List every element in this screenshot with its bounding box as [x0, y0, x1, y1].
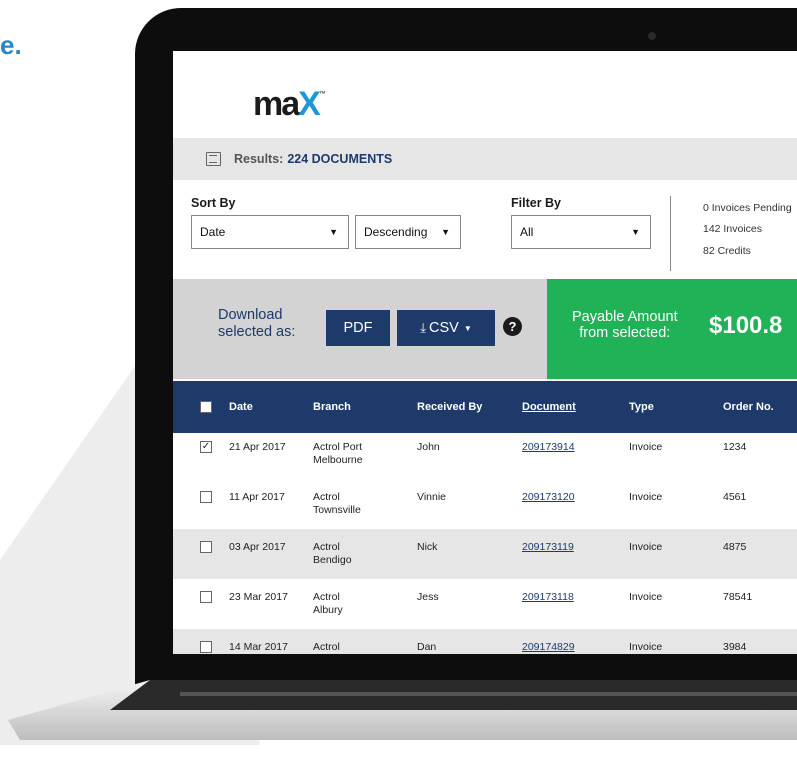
- col-date[interactable]: Date: [229, 401, 253, 413]
- pdf-button[interactable]: PDF: [326, 310, 390, 346]
- row-document-link[interactable]: 209173118: [522, 591, 574, 604]
- filter-by-label: Filter By: [511, 196, 562, 210]
- sort-field-select[interactable]: Date ▼: [191, 215, 349, 249]
- list-icon: [206, 152, 221, 166]
- row-checkbox[interactable]: [200, 641, 212, 653]
- payable-label: Payable Amount from selected:: [572, 309, 678, 341]
- payable-label-line1: Payable Amount: [572, 309, 678, 325]
- app-screen: maX™ Results: 224 DOCUMENTS Sort By Date…: [173, 51, 797, 654]
- row-date: 23 Mar 2017: [229, 591, 288, 603]
- row-received-by: Jess: [417, 591, 439, 603]
- filter-select[interactable]: All ▼: [511, 215, 651, 249]
- filter-value: All: [520, 225, 534, 239]
- row-branch-line2: Melbourne: [313, 454, 363, 466]
- row-type: Invoice: [629, 541, 663, 553]
- row-branch: Actrol: [313, 641, 340, 654]
- download-label-line2: selected as:: [218, 324, 296, 340]
- row-document-link[interactable]: 209173119: [522, 541, 574, 554]
- col-document[interactable]: Document: [522, 401, 576, 413]
- table-row[interactable]: 14 Mar 2017 Actrol Dan 209174829 Invoice…: [173, 629, 797, 654]
- credit-count: 82 Credits: [703, 245, 751, 257]
- results-label: Results:: [234, 152, 284, 166]
- laptop-base: [8, 680, 797, 740]
- row-type: Invoice: [629, 591, 663, 603]
- row-date: 03 Apr 2017: [229, 541, 286, 553]
- row-type: Invoice: [629, 491, 663, 503]
- csv-label: CSV: [429, 320, 459, 336]
- col-branch[interactable]: Branch: [313, 401, 351, 413]
- results-count: 224 DOCUMENTS: [287, 152, 393, 166]
- row-branch-line2: Albury: [313, 604, 343, 616]
- row-branch-line1: Actrol: [313, 641, 340, 653]
- divider: [670, 196, 671, 271]
- table-row[interactable]: 23 Mar 2017 Actrol Albury Jess 209173118 …: [173, 579, 797, 629]
- row-branch-line2: Townsville: [313, 504, 361, 516]
- select-all-checkbox[interactable]: [200, 401, 212, 413]
- row-order-no: 1234: [723, 441, 747, 453]
- row-type: Invoice: [629, 441, 663, 453]
- dropdown-arrow-icon: ▼: [329, 227, 338, 237]
- row-checkbox[interactable]: [200, 491, 212, 503]
- table-header: Date Branch Received By Document Type Or…: [173, 381, 797, 433]
- row-checkbox[interactable]: [200, 591, 212, 603]
- row-order-no: 78541: [723, 591, 753, 603]
- row-branch-line1: Actrol Port: [313, 441, 363, 453]
- max-logo: maX™: [253, 85, 326, 123]
- download-icon: ⤓: [420, 320, 426, 335]
- row-branch-line1: Actrol: [313, 541, 340, 553]
- invoice-count: 142 Invoices: [703, 223, 762, 235]
- table-row[interactable]: 11 Apr 2017 Actrol Townsville Vinnie 2091…: [173, 479, 797, 529]
- row-branch-line2: Bendigo: [313, 554, 352, 566]
- row-document-link[interactable]: 209173120: [522, 491, 575, 504]
- row-checkbox[interactable]: ✓: [200, 441, 212, 453]
- download-label-line1: Download: [218, 307, 283, 323]
- dropdown-arrow-icon: ▼: [631, 227, 640, 237]
- row-checkbox[interactable]: [200, 541, 212, 553]
- col-type[interactable]: Type: [629, 401, 654, 413]
- sort-by-label: Sort By: [191, 196, 236, 210]
- row-order-no: 4561: [723, 491, 747, 503]
- table-row[interactable]: 03 Apr 2017 Actrol Bendigo Nick 209173119…: [173, 529, 797, 579]
- row-date: 21 Apr 2017: [229, 441, 286, 453]
- pending-count: 0 Invoices Pending: [703, 202, 792, 214]
- download-label: Download selected as:: [218, 307, 295, 341]
- payable-panel: Payable Amount from selected: $100.8: [547, 279, 797, 379]
- row-branch-line1: Actrol: [313, 491, 340, 503]
- row-document-link[interactable]: 209173914: [522, 441, 575, 454]
- row-order-no: 3984: [723, 641, 747, 653]
- row-branch: Actrol Port Melbourne: [313, 441, 363, 467]
- sort-order-select[interactable]: Descending ▼: [355, 215, 461, 249]
- results-bar: Results: 224 DOCUMENTS: [173, 138, 797, 180]
- row-order-no: 4875: [723, 541, 747, 553]
- headline-fragment: e.: [0, 30, 22, 60]
- row-branch: Actrol Bendigo: [313, 541, 352, 567]
- row-received-by: Dan: [417, 641, 437, 653]
- sort-field-value: Date: [200, 225, 226, 239]
- row-branch-line1: Actrol: [313, 591, 340, 603]
- csv-button[interactable]: ⤓ CSV ▼: [397, 310, 495, 346]
- row-document-link[interactable]: 209174829: [522, 641, 575, 654]
- row-received-by: John: [417, 441, 440, 453]
- row-branch: Actrol Albury: [313, 591, 343, 617]
- laptop-camera: [648, 32, 656, 40]
- col-order-no[interactable]: Order No.: [723, 401, 774, 413]
- payable-label-line2: from selected:: [579, 325, 671, 341]
- sort-order-value: Descending: [364, 225, 428, 239]
- payable-amount: $100.8: [709, 312, 783, 339]
- row-received-by: Vinnie: [417, 491, 446, 503]
- row-received-by: Nick: [417, 541, 438, 553]
- row-date: 11 Apr 2017: [229, 491, 285, 503]
- row-type: Invoice: [629, 641, 663, 653]
- row-branch: Actrol Townsville: [313, 491, 361, 517]
- col-received-by[interactable]: Received By: [417, 401, 482, 413]
- row-date: 14 Mar 2017: [229, 641, 288, 653]
- help-icon[interactable]: ?: [503, 317, 522, 336]
- chevron-down-icon: ▼: [463, 323, 472, 333]
- dropdown-arrow-icon: ▼: [441, 227, 450, 237]
- table-row[interactable]: ✓ 21 Apr 2017 Actrol Port Melbourne John …: [173, 429, 797, 479]
